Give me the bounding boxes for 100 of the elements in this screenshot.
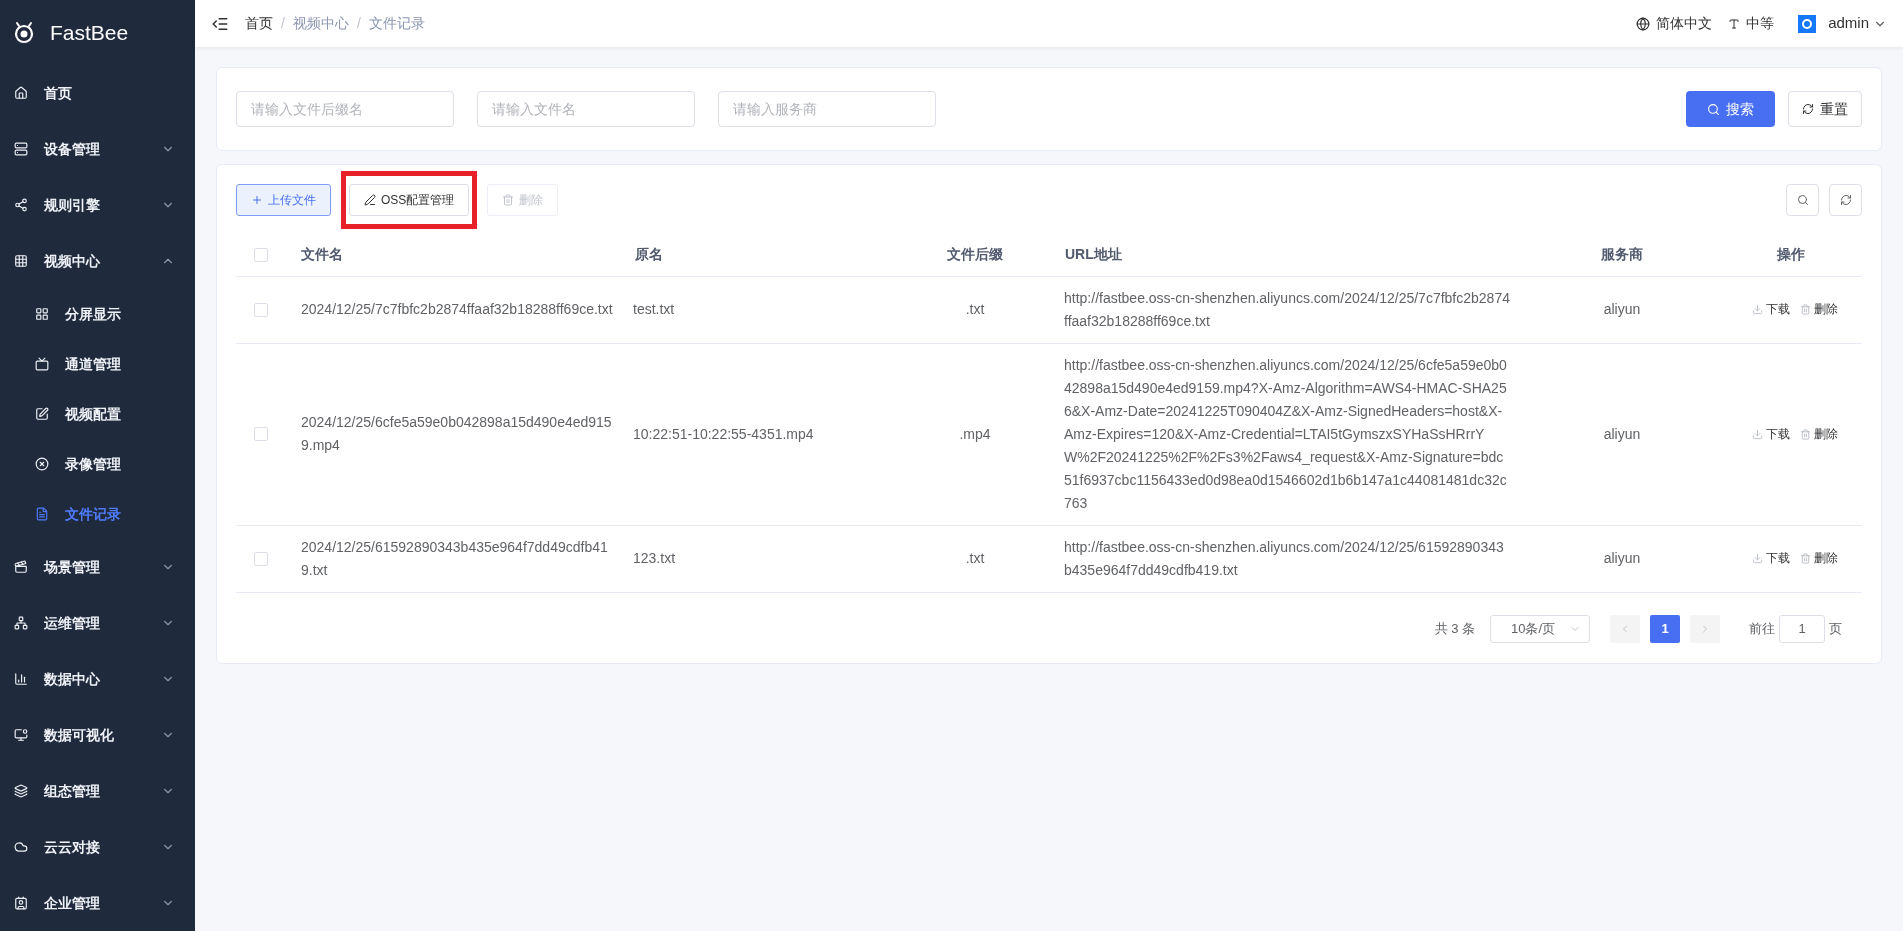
avatar-icon[interactable] [1798, 14, 1817, 33]
download-link[interactable]: 下载 [1752, 422, 1790, 446]
upload-button[interactable]: 上传文件 [236, 184, 331, 216]
trash-icon [1800, 428, 1811, 440]
table-cell: 2024/12/25/61592890343b435e964f7dd49cdfb419.txt [301, 538, 608, 578]
reset-button[interactable]: 重置 [1788, 91, 1862, 127]
sidebar-subitem[interactable]: 录像管理 [0, 439, 195, 489]
sidebar-item[interactable]: 组态管理 [0, 763, 195, 819]
menu-icon [35, 307, 49, 321]
menu-icon [35, 407, 49, 421]
delete-link[interactable]: 删除 [1800, 422, 1838, 446]
sidebar-item[interactable]: 场景管理 [0, 539, 195, 595]
search-icon [1707, 102, 1720, 116]
menu-icon [35, 507, 49, 521]
oss-config-button[interactable]: OSS配置管理 [349, 184, 470, 216]
table-cell: 2024/12/25/7c7fbfc2b2874ffaaf32b18288ff69ce.txt [301, 301, 613, 317]
trash-icon [1800, 553, 1811, 564]
globe-icon[interactable] [1636, 16, 1651, 31]
user-name[interactable]: admin [1828, 12, 1869, 35]
table-cell: 123.txt [633, 550, 676, 566]
refresh-icon [1839, 194, 1852, 206]
goto-label: 前往 [1749, 619, 1775, 638]
menu-icon [14, 896, 28, 910]
breadcrumb-separator: / [356, 14, 361, 33]
language-selector[interactable]: 简体中文 [1656, 13, 1713, 34]
menu-icon [14, 560, 28, 574]
pencil-icon [364, 194, 376, 206]
checkbox[interactable] [254, 302, 268, 317]
total-count: 共 3 条 [1434, 619, 1475, 638]
download-icon [1752, 304, 1763, 315]
breadcrumb-item: 视频中心 [292, 14, 349, 33]
menu-icon [14, 142, 28, 156]
goto-suffix: 页 [1829, 619, 1842, 638]
table-cell: aliyun [1603, 425, 1641, 442]
size-selector[interactable]: 中等 [1746, 13, 1775, 34]
sidebar-item[interactable]: 视频中心 [0, 233, 195, 289]
refresh-button[interactable] [1829, 184, 1862, 216]
column-header: 文件名 [301, 246, 343, 263]
column-header: 服务商 [1601, 246, 1643, 263]
table-cell: http://fastbee.oss-cn-shenzhen.aliyuncs.com/2024/12/25/7c7fbfc2b2874ffaaf32b18288ff69ce.txt [1064, 289, 1510, 329]
search-button[interactable]: 搜索 [1686, 91, 1775, 127]
sidebar-item[interactable]: 企业管理 [0, 875, 195, 931]
download-link[interactable]: 下载 [1752, 547, 1790, 570]
table-cell: .txt [965, 301, 985, 317]
table-cell: .mp4 [959, 425, 991, 442]
download-icon [1752, 553, 1763, 564]
breadcrumb-separator: / [281, 14, 285, 33]
table-cell: .txt [965, 550, 985, 566]
sidebar-item[interactable]: 数据中心 [0, 651, 195, 707]
sidebar-subitem[interactable]: 分屏显示 [0, 289, 195, 339]
checkbox[interactable] [254, 427, 268, 441]
delete-link[interactable]: 删除 [1800, 547, 1838, 570]
plus-icon [251, 194, 263, 206]
column-header: 原名 [635, 246, 663, 263]
breadcrumb-item: 文件记录 [368, 14, 425, 33]
page-button[interactable]: 1 [1650, 614, 1680, 643]
trash-icon [1800, 304, 1811, 315]
table-cell: 2024/12/25/6cfe5a59e0b042898a15d490e4ed9159.mp4 [301, 414, 612, 453]
search-icon [1796, 194, 1809, 206]
menu-icon [14, 672, 28, 686]
checkbox[interactable] [254, 551, 268, 566]
table-cell: 10:22:51-10:22:55-4351.mp4 [633, 425, 814, 442]
font-size-icon[interactable] [1728, 17, 1741, 30]
page-size-select[interactable]: 10条/页 [1490, 614, 1590, 643]
checkbox[interactable] [254, 247, 268, 262]
sidebar-subitem[interactable]: 视频配置 [0, 389, 195, 439]
menu-icon [14, 840, 28, 854]
sidebar-item[interactable]: 首页 [0, 65, 195, 121]
menu-icon [14, 784, 28, 798]
column-header: URL地址 [1065, 246, 1122, 263]
menu-icon [14, 254, 28, 268]
goto-page-field[interactable]: 1 [1779, 614, 1825, 643]
menu-icon [35, 357, 49, 371]
sidebar-subitem[interactable]: 文件记录 [0, 489, 195, 539]
sidebar-item[interactable]: 数据可视化 [0, 707, 195, 763]
breadcrumb-item[interactable]: 首页 [245, 13, 273, 34]
download-icon [1752, 428, 1763, 440]
menu-icon [35, 457, 49, 471]
bee-logo-icon [12, 20, 36, 45]
sidebar-item[interactable]: 规则引擎 [0, 177, 195, 233]
sidebar-item[interactable]: 云云对接 [0, 819, 195, 875]
sidebar-item[interactable]: 运维管理 [0, 595, 195, 651]
search-toggle-button[interactable] [1786, 184, 1819, 216]
download-link[interactable]: 下载 [1752, 298, 1790, 321]
menu-icon [14, 616, 28, 630]
delete-link[interactable]: 删除 [1800, 298, 1838, 321]
column-header: 操作 [1777, 246, 1805, 263]
menu-icon [14, 86, 28, 100]
sidebar-subitem[interactable]: 通道管理 [0, 339, 195, 389]
search-field[interactable]: 请输入文件后缀名 [236, 91, 454, 127]
table-cell: http://fastbee.oss-cn-shenzhen.aliyuncs.com/2024/12/25/61592890343b435e964f7dd49cdfb419.txt [1064, 538, 1504, 578]
table-cell: aliyun [1603, 550, 1641, 566]
search-field[interactable]: 请输入文件名 [477, 91, 695, 127]
table-cell: test.txt [633, 301, 675, 317]
sidebar-item[interactable]: 设备管理 [0, 121, 195, 177]
trash-icon [502, 194, 515, 206]
search-field[interactable]: 请输入服务商 [718, 91, 936, 127]
table-cell: http://fastbee.oss-cn-shenzhen.aliyuncs.com/2024/12/25/6cfe5a59e0b042898a15d490e4ed9159.mp4?X-Amz-Algorithm=AWS4-HMAC-SHA256&X-Amz-Date=20241225T090404Z&X-Amz-SignedHeaders=host&X-Amz-Expires=120&X-Amz-Credential=LTAI5tGymszxSYHaSsHRrrYW%2F20241225%2F%2Fs3%2Faws4_request&X-Amz-Signature=bdc51f6937cbc1156433ed0d98ea0d1546602d1b6b147a1c44081481dc32c763 [1064, 356, 1507, 511]
column-header: 文件后缀 [947, 246, 1003, 263]
menu-icon [14, 728, 28, 742]
